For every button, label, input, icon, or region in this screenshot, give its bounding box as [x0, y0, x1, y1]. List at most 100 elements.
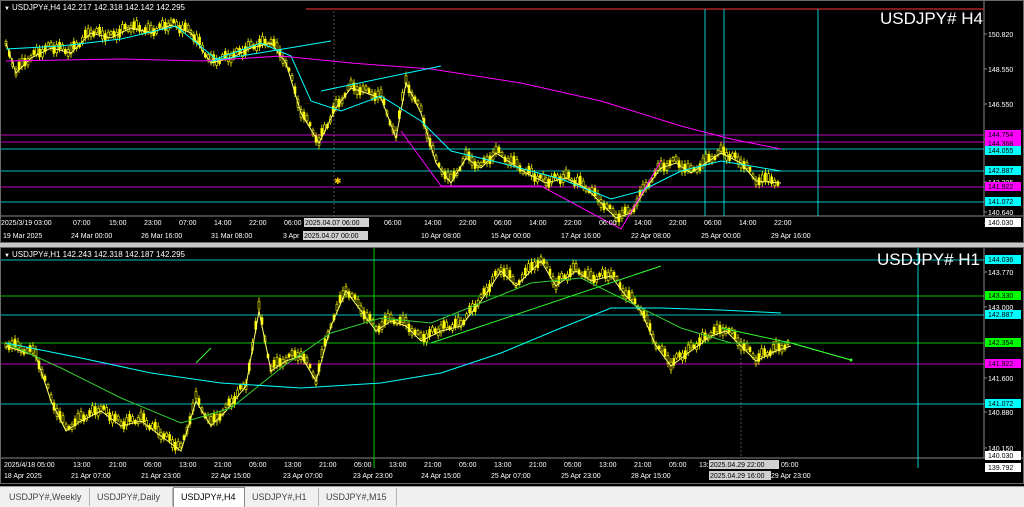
h1-candle: [586, 269, 590, 278]
h1-candle: [530, 261, 533, 271]
h1-candle: [745, 343, 749, 350]
h4-candle: [512, 155, 516, 165]
h1-candle: [293, 350, 297, 358]
h4-time-label: 07:00: [179, 220, 197, 227]
h4-candle: [674, 156, 678, 162]
h1-candle: [153, 421, 157, 430]
h4-time-label: 22:00: [669, 220, 687, 227]
h4-time-label: 22:00: [774, 220, 792, 227]
h1-candle: [663, 348, 667, 357]
h4-date-label: 25 Apr 00:00: [701, 233, 741, 240]
chart-tab-bar: USDJPY#,Weekly USDJPY#,Daily USDJPY#,H4 …: [0, 486, 1024, 507]
tab-usdjpy-weekly[interactable]: USDJPY#,Weekly: [2, 488, 90, 506]
h4-candle: [527, 165, 531, 174]
tab-usdjpy-m15[interactable]: USDJPY#,M15: [319, 488, 397, 506]
h4-marker-icon: ✱: [334, 176, 342, 186]
h4-candle: [49, 42, 53, 49]
h4-candle: [556, 174, 559, 180]
h1-time-label: 05:00: [354, 462, 372, 469]
h4-candle: [767, 173, 770, 182]
h1-price-box-label: 142.887: [988, 312, 1013, 319]
h1-candle: [131, 416, 134, 422]
h4-candle: [373, 92, 377, 101]
h1-candle: [383, 315, 387, 325]
h4-candle: [103, 33, 107, 42]
h4-price-tick-label: 148.550: [988, 67, 1013, 74]
h1-candle: [142, 413, 146, 422]
h4-time-label: 07:00: [73, 220, 91, 227]
h1-time-label: 05:00: [459, 462, 477, 469]
h1-date-cursor-label: 2025.04.29 16:00: [710, 473, 765, 480]
h4-candle: [166, 22, 170, 32]
h4-chart-pane[interactable]: ▼ USDJPY#,H4 142.217 142.318 142.142 142.…: [0, 0, 1024, 243]
h1-time-label: 13:00: [599, 462, 617, 469]
h1-candle: [774, 340, 778, 350]
h4-candle: [46, 42, 50, 47]
h4-candle: [20, 57, 24, 67]
h1-candle: [28, 345, 32, 352]
h4-candle: [223, 51, 227, 59]
tab-usdjpy-h1[interactable]: USDJPY#,H1: [245, 488, 319, 506]
h1-date-label: 25 Apr 07:00: [491, 473, 531, 480]
h1-symbol-title: USDJPY# H1: [877, 250, 980, 269]
h1-candle: [176, 440, 180, 449]
h1-candle: [715, 323, 719, 333]
h4-candle: [17, 61, 21, 70]
h1-candle: [508, 270, 512, 278]
h1-candle: [61, 415, 65, 423]
h1-price-chart[interactable]: 143.770143.000141.600140.880140.150144.0…: [1, 248, 1024, 484]
h1-candle: [389, 314, 393, 322]
dropdown-triangle-icon: ▼: [4, 6, 10, 12]
h4-candle: [158, 23, 161, 29]
h4-candle: [736, 156, 740, 165]
h4-price-box-label: 144.754: [988, 132, 1013, 139]
h1-candle: [224, 403, 228, 409]
h4-date-cursor-label: 2025.04.07 00:00: [304, 233, 359, 240]
h4-time-label: 06:00: [494, 220, 512, 227]
h4-candle: [719, 144, 723, 152]
h4-candle: [275, 42, 279, 51]
h1-candle: [416, 330, 420, 335]
h4-time-label: 15:00: [109, 220, 127, 227]
h4-candle: [52, 45, 56, 54]
h1-candle: [168, 434, 171, 441]
h4-time-label: 22:00: [459, 220, 477, 227]
h1-candle: [675, 353, 679, 359]
h4-candle: [623, 206, 627, 215]
h1-candle: [431, 326, 434, 332]
h1-candle: [615, 276, 619, 281]
h4-candle: [497, 146, 501, 154]
h4-time-label: 14:00: [634, 220, 652, 227]
dropdown-triangle-icon: ▼: [4, 253, 10, 259]
h1-candle: [102, 405, 106, 410]
h1-time-label: 05:00: [144, 462, 162, 469]
h4-date-label: 17 Apr 16:00: [561, 233, 601, 240]
h4-candle: [308, 122, 312, 127]
h1-price-box-label: 142.354: [988, 340, 1013, 347]
h1-price-box-label: 144.036: [988, 257, 1013, 264]
h4-candle: [346, 85, 350, 91]
h4-candle: [305, 115, 309, 122]
h1-candle: [113, 413, 117, 421]
tab-usdjpy-h4[interactable]: USDJPY#,H4: [173, 487, 245, 507]
h1-candle: [703, 332, 707, 340]
h4-candle: [361, 85, 365, 93]
h4-price-box-label: 140.030: [988, 220, 1013, 227]
h1-candle: [350, 293, 354, 298]
h1-time-label: 13:00: [284, 462, 302, 469]
h1-price-box-label: 139.792: [988, 465, 1013, 472]
h4-time-label: 06:00: [384, 220, 402, 227]
h1-candle: [733, 331, 737, 339]
h1-candle: [771, 344, 775, 352]
h4-price-box-label: 141.922: [988, 184, 1013, 191]
h4-price-box-label: 144.055: [988, 148, 1013, 155]
h1-chart-pane[interactable]: ▼ USDJPY#,H1 142.243 142.318 142.187 142.…: [0, 247, 1024, 484]
h1-date-label: 24 Apr 15:00: [421, 473, 461, 480]
h4-price-chart[interactable]: ✱150.820148.550146.550144.555142.295140.…: [1, 1, 1024, 243]
h4-candle: [212, 54, 216, 63]
h4-date-label: 15 Apr 00:00: [491, 233, 531, 240]
tab-usdjpy-daily[interactable]: USDJPY#,Daily: [90, 488, 173, 506]
h1-candle: [419, 332, 423, 339]
h1-candle: [630, 292, 634, 300]
h4-time-label: 22:00: [564, 220, 582, 227]
